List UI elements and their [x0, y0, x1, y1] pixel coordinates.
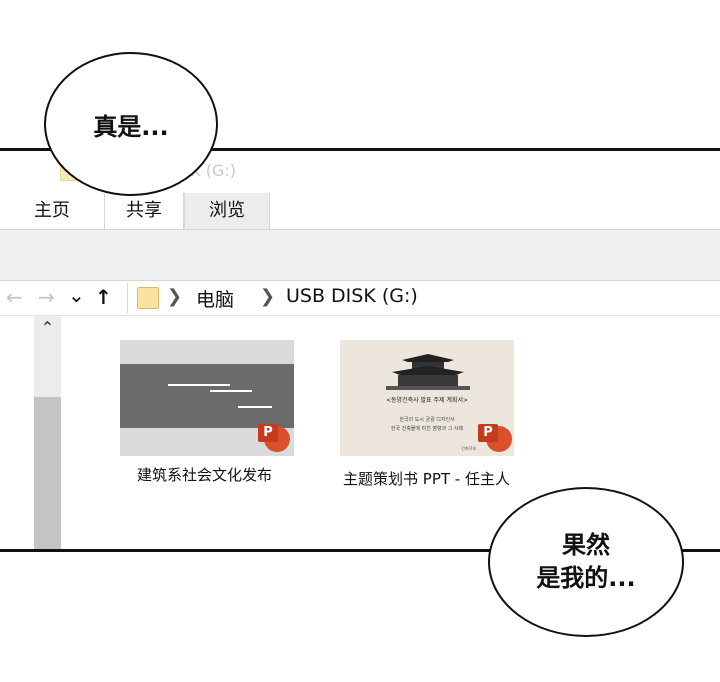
- back-arrow-icon[interactable]: ←: [6, 286, 23, 308]
- tab-view[interactable]: 浏览: [184, 193, 270, 229]
- recent-dropdown-icon[interactable]: ⌄: [68, 284, 85, 306]
- file-name[interactable]: 建筑系社会文化发布: [137, 464, 272, 485]
- slide-stroke: [210, 390, 252, 392]
- speech-bubble: 真是...: [44, 52, 218, 196]
- forward-arrow-icon[interactable]: →: [38, 286, 55, 308]
- speech-text: 果然: [561, 531, 610, 559]
- breadcrumb-usb-disk[interactable]: USB DISK (G:): [286, 285, 418, 307]
- breadcrumb-computer[interactable]: 电脑: [196, 285, 234, 312]
- file-thumbnail[interactable]: P: [120, 340, 294, 456]
- pagoda-image: [386, 354, 470, 390]
- slide-title: <동양건축사 발표 주제 계획서>: [385, 397, 469, 404]
- scroll-up-icon[interactable]: ⌃: [34, 318, 61, 340]
- slide-stroke: [168, 384, 230, 386]
- tab-share[interactable]: 共享: [105, 193, 184, 229]
- tab-home[interactable]: 主页: [0, 193, 105, 229]
- scrollbar-thumb[interactable]: [34, 397, 61, 549]
- slide-band: [120, 364, 294, 428]
- speech-text: 是我的...: [536, 564, 636, 592]
- address-divider: [127, 283, 128, 313]
- powerpoint-badge: P: [478, 424, 498, 442]
- ribbon-tabs: 主页 共享 浏览: [0, 193, 720, 230]
- slide-stroke: [238, 406, 272, 408]
- file-thumbnail[interactable]: <동양건축사 발표 주제 계획서> 한국의 도시 궁궐 디자인서 한국 건축물에…: [340, 340, 514, 456]
- address-folder-icon: [137, 287, 159, 309]
- speech-bubble: 果然 是我的...: [488, 487, 684, 637]
- speech-text: 真是...: [93, 112, 169, 141]
- powerpoint-badge: P: [258, 424, 278, 442]
- slide-line: 한국의 도시 궁궐 디자인서: [399, 417, 455, 423]
- file-name[interactable]: 主题策划书 PPT - 任主人: [343, 468, 510, 489]
- ribbon-panel: [0, 230, 720, 281]
- slide-footer: 건축학과: [461, 446, 476, 451]
- chevron-right-icon[interactable]: ❯: [260, 286, 275, 307]
- navigation-bar: ← → ⌄ ↑ ❯ 电脑 ❯ USB DISK (G:): [0, 281, 720, 316]
- up-arrow-icon[interactable]: ↑: [95, 286, 112, 308]
- chevron-right-icon[interactable]: ❯: [167, 286, 182, 307]
